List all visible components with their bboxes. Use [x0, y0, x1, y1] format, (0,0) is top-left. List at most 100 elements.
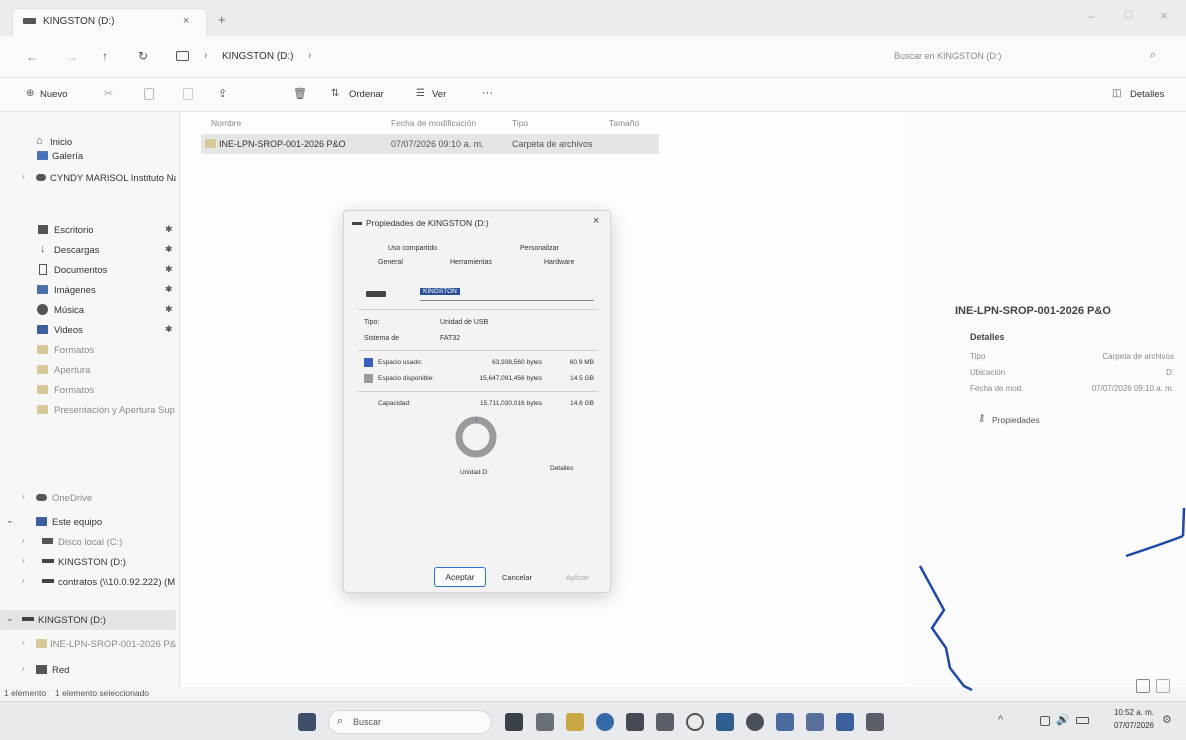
sidebar-item-videos[interactable]: Videos ✱	[0, 320, 176, 340]
cut-icon[interactable]: ✂	[104, 87, 113, 100]
cancel-button[interactable]: Cancelar	[502, 573, 532, 582]
sidebar-item-network[interactable]: › Red	[0, 660, 176, 680]
task-view-icon[interactable]	[505, 713, 523, 731]
tray-overflow-icon[interactable]: ^	[998, 714, 1003, 726]
breadcrumb-kingston[interactable]: KINGSTON (D:)	[222, 51, 293, 62]
sidebar-item-downloads[interactable]: ↓ Descargas ✱	[0, 240, 176, 260]
apply-button[interactable]: Aplicar	[566, 573, 589, 582]
chevron-right-icon[interactable]: ›	[22, 556, 25, 565]
sidebar-item-gallery[interactable]: Galería	[0, 146, 176, 166]
sidebar-item-apertura[interactable]: Apertura	[0, 360, 176, 380]
taskbar-search-input[interactable]: Buscar	[353, 717, 381, 727]
pin-icon[interactable]: ✱	[165, 304, 173, 315]
share-icon[interactable]: ⇪	[218, 87, 227, 100]
chevron-down-icon[interactable]: ⌄	[6, 515, 14, 526]
dialog-close-button[interactable]: ×	[593, 215, 599, 227]
more-options-button[interactable]: ···	[482, 87, 493, 99]
back-arrow-icon[interactable]: ←	[26, 50, 38, 64]
up-arrow-icon[interactable]: ↑	[102, 49, 108, 63]
paste-icon[interactable]	[183, 88, 193, 100]
close-button[interactable]: ×	[1160, 8, 1168, 23]
sidebar-item-onedrive[interactable]: › OneDrive	[0, 488, 176, 508]
chevron-down-icon[interactable]: ⌄	[6, 613, 14, 624]
view-button[interactable]: Ver	[432, 89, 446, 100]
sidebar-item-formatos[interactable]: Formatos	[0, 340, 176, 360]
start-icon[interactable]	[298, 713, 316, 731]
chevron-right-icon[interactable]: ›	[22, 492, 25, 501]
calculator-icon[interactable]	[656, 713, 674, 731]
new-tab-button[interactable]: +	[218, 12, 226, 27]
column-header-date[interactable]: Fecha de modificación	[391, 118, 476, 128]
edge-icon[interactable]	[596, 713, 614, 731]
forward-arrow-icon[interactable]: →	[66, 50, 78, 64]
chevron-right-icon[interactable]: ›	[22, 664, 25, 673]
accept-button[interactable]: Aceptar	[434, 567, 486, 587]
sidebar-item-formatos-2[interactable]: Formatos	[0, 380, 176, 400]
app-icon[interactable]	[806, 713, 824, 731]
maximize-button[interactable]: □	[1125, 9, 1132, 21]
sidebar-item-local-disk[interactable]: › Disco local (C:)	[0, 532, 176, 552]
sidebar-item-music[interactable]: Música ✱	[0, 300, 176, 320]
sidebar-item-pictures[interactable]: Imágenes ✱	[0, 280, 176, 300]
large-icons-view-icon[interactable]	[1156, 679, 1170, 693]
pin-icon[interactable]: ✱	[165, 224, 173, 235]
chevron-right-icon[interactable]: ›	[22, 536, 25, 545]
table-row[interactable]: INE-LPN-SROP-001-2026 P&O 07/07/2026 09:…	[201, 134, 659, 154]
tab-hardware[interactable]: Hardware	[544, 259, 574, 266]
battery-icon[interactable]	[1076, 717, 1089, 724]
pin-icon[interactable]: ✱	[165, 284, 173, 295]
chevron-right-icon[interactable]: ›	[22, 638, 25, 647]
tab-general[interactable]: General	[378, 259, 403, 266]
search-input[interactable]: Buscar en KINGSTON (D:)	[894, 51, 1001, 61]
clock-time[interactable]: 10:52 a. m.	[1102, 708, 1154, 717]
display-icon[interactable]	[1040, 716, 1050, 726]
browser-icon[interactable]	[746, 713, 764, 731]
pin-icon[interactable]: ✱	[165, 244, 173, 255]
volume-icon[interactable]: 🔊	[1056, 713, 1070, 726]
sidebar-item-kingston-pc[interactable]: › KINGSTON (D:)	[0, 552, 176, 572]
pin-icon[interactable]: ✱	[165, 324, 173, 335]
minimize-button[interactable]: –	[1088, 9, 1095, 23]
trash-icon[interactable]: 🗑	[293, 87, 307, 100]
disk-details-button[interactable]: Detalles	[550, 465, 573, 472]
file-explorer-icon[interactable]	[566, 713, 584, 731]
search-box[interactable]: Buscar en KINGSTON (D:) ⌕	[888, 44, 1176, 70]
chevron-right-icon[interactable]: ›	[22, 172, 25, 181]
notifications-icon[interactable]: ⚙	[1162, 713, 1172, 726]
tab-kingston[interactable]: KINGSTON (D:) ×	[12, 8, 207, 36]
details-view-icon[interactable]	[1136, 679, 1150, 693]
details-button[interactable]: Detalles	[1130, 89, 1164, 100]
tab-customize[interactable]: Personalizar	[520, 245, 559, 252]
teams-icon[interactable]	[776, 713, 794, 731]
chevron-right-icon[interactable]: ›	[22, 576, 25, 585]
widgets-icon[interactable]	[536, 713, 554, 731]
sidebar-item-this-pc[interactable]: ⌄ Este equipo	[0, 512, 176, 532]
sidebar-item-network-drive[interactable]: › contratos (\\10.0.92.222) (M	[0, 572, 176, 592]
tab-close-button[interactable]: ×	[183, 15, 189, 27]
refresh-icon[interactable]: ↻	[138, 49, 148, 63]
outlook-icon[interactable]	[716, 713, 734, 731]
column-header-name[interactable]: Nombre	[211, 118, 241, 128]
tab-tools[interactable]: Herramientas	[450, 259, 492, 266]
search-icon[interactable]: ⌕	[1150, 49, 1156, 62]
volume-label-input[interactable]: KINGSTON	[420, 287, 594, 301]
sidebar-item-documents[interactable]: Documentos ✱	[0, 260, 176, 280]
taskbar-search-box[interactable]: ⌕ Buscar	[328, 710, 492, 734]
sort-button[interactable]: Ordenar	[349, 89, 384, 100]
chevron-right-icon[interactable]: ›	[308, 50, 311, 61]
copy-icon[interactable]	[144, 88, 154, 100]
sidebar-item-presentacion[interactable]: Presentación y Apertura Sup Pl	[0, 400, 176, 420]
sidebar-item-ine-folder[interactable]: › INE-LPN-SROP-001-2026 P&	[0, 634, 176, 654]
sidebar-item-desktop[interactable]: Escritorio ✱	[0, 220, 176, 240]
chrome-icon[interactable]	[686, 713, 704, 731]
sidebar-item-kingston-selected[interactable]: ⌄ KINGSTON (D:)	[0, 610, 176, 630]
pin-icon[interactable]: ✱	[165, 264, 173, 275]
new-button[interactable]: Nuevo	[40, 89, 67, 100]
app-icon[interactable]	[866, 713, 884, 731]
clock-date[interactable]: 07/07/2026	[1102, 721, 1154, 730]
sidebar-item-cloud-account[interactable]: › CYNDY MARISOL Instituto Nal	[0, 168, 176, 188]
store-icon[interactable]	[626, 713, 644, 731]
column-header-type[interactable]: Tipo	[512, 118, 528, 128]
column-header-size[interactable]: Tamaño	[609, 118, 639, 128]
word-icon[interactable]	[836, 713, 854, 731]
